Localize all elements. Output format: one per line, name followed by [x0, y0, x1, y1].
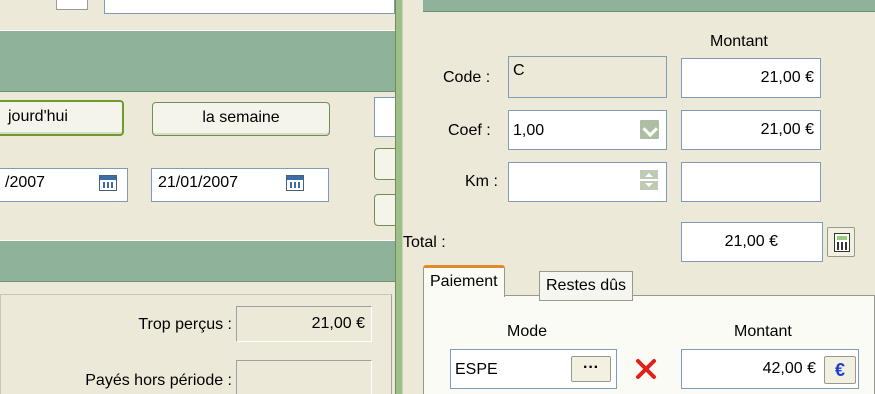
- montant-header: Montant: [710, 33, 768, 50]
- code-value: C: [513, 62, 525, 79]
- km-montant-field[interactable]: [681, 162, 821, 202]
- end-date-field[interactable]: 21/01/2007: [151, 168, 329, 202]
- tab-restes-dus[interactable]: Restes dûs: [539, 271, 634, 301]
- code-field: C: [508, 56, 667, 98]
- code-montant-value: 21,00 €: [760, 69, 814, 86]
- ellipsis-icon[interactable]: ···: [571, 356, 611, 382]
- top-field-fragment: [56, 0, 88, 10]
- today-button[interactable]: jourd'hui: [0, 100, 124, 136]
- payment-mode-value: ESPE: [455, 361, 498, 378]
- total-label: Total :: [403, 234, 446, 251]
- euro-icon[interactable]: €: [824, 356, 856, 384]
- panel-splitter[interactable]: [395, 0, 403, 394]
- coef-montant-field[interactable]: 21,00 €: [681, 110, 821, 150]
- calendar-icon[interactable]: [286, 175, 304, 191]
- km-label: Km :: [465, 173, 498, 190]
- spinner-down-icon[interactable]: [639, 180, 659, 191]
- calculator-icon[interactable]: [827, 227, 855, 257]
- delete-x-icon[interactable]: [626, 349, 666, 389]
- trop-percus-value: 21,00 €: [311, 315, 365, 332]
- spinner-icon[interactable]: [639, 169, 659, 191]
- coef-label: Coef :: [448, 122, 491, 139]
- mode-header: Mode: [507, 323, 548, 340]
- right-pane: Montant Code : C 21,00 € Coef : 1,00 21,…: [403, 0, 875, 394]
- payes-hors-periode-field: [236, 360, 372, 394]
- start-date-value: /2007: [5, 174, 46, 191]
- right-edge-field[interactable]: [374, 97, 395, 137]
- code-montant-field[interactable]: 21,00 €: [681, 58, 821, 98]
- section-band: [0, 30, 395, 92]
- right-edge-button[interactable]: [374, 194, 395, 226]
- start-date-field[interactable]: /2007: [0, 168, 128, 202]
- right-edge-button[interactable]: [374, 148, 395, 180]
- week-button[interactable]: la semaine: [152, 102, 330, 136]
- section-band: [0, 240, 395, 282]
- dropdown-arrow-icon[interactable]: [639, 119, 660, 140]
- top-band: [423, 0, 875, 12]
- payment-montant-header: Montant: [734, 323, 792, 340]
- left-pane: jourd'hui la semaine /2007 21/01/2007 Tr…: [0, 0, 395, 394]
- tab-paiement[interactable]: Paiement: [423, 265, 505, 297]
- spinner-up-icon[interactable]: [639, 169, 659, 180]
- payes-hors-periode-label: Payés hors période :: [85, 372, 232, 389]
- end-date-value: 21/01/2007: [158, 174, 239, 191]
- calendar-icon[interactable]: [99, 175, 117, 191]
- total-field: 21,00 €: [681, 222, 823, 262]
- code-label: Code :: [443, 69, 491, 86]
- coef-montant-value: 21,00 €: [760, 121, 814, 138]
- trop-percus-field: 21,00 €: [236, 306, 372, 342]
- trop-percus-label: Trop perçus :: [138, 316, 232, 333]
- coef-value: 1,00: [513, 122, 545, 139]
- total-value: 21,00 €: [724, 233, 778, 250]
- top-input-fragment[interactable]: [104, 0, 395, 14]
- payment-amount-value: 42,00 €: [762, 360, 816, 377]
